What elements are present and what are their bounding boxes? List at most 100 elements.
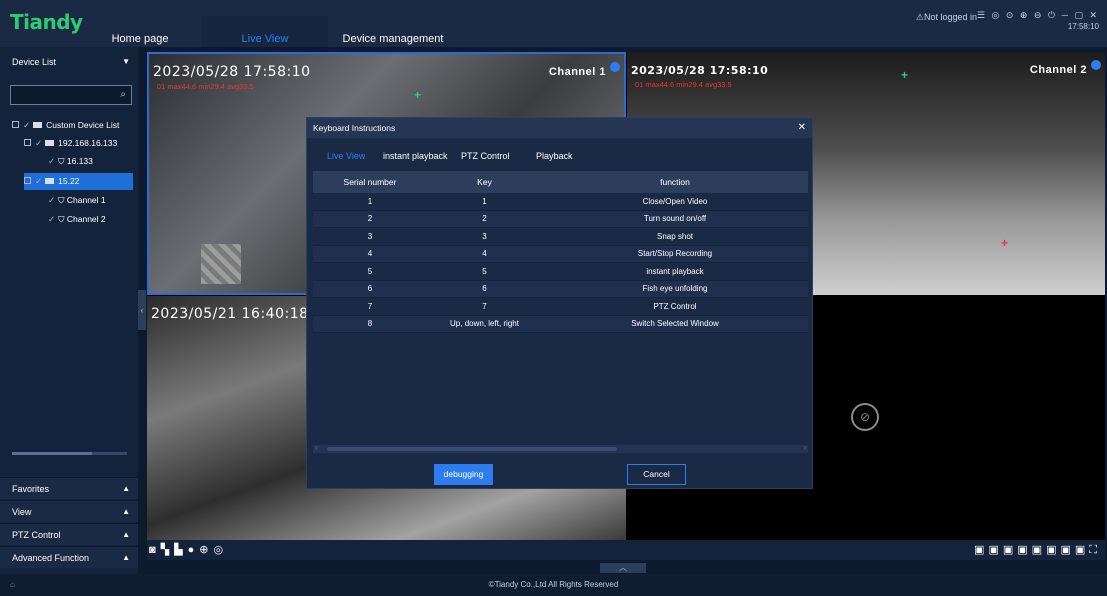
check-icon[interactable]: ✓ (23, 120, 30, 130)
scrollbar-thumb[interactable] (327, 447, 617, 451)
cancel-button[interactable]: Cancel (627, 464, 686, 485)
layout-1-icon[interactable]: ▣ (974, 544, 988, 556)
crosshair-icon: + (1001, 236, 1009, 250)
expand-icon[interactable] (12, 121, 19, 129)
record-icon[interactable]: ▚ (161, 544, 174, 556)
chevron-up-icon: ▲ (122, 530, 130, 539)
chevron-left-icon: ‹ (140, 305, 144, 315)
nav-live-view[interactable]: Live View (202, 16, 328, 47)
snapshot-icon[interactable]: ◙ (149, 544, 161, 556)
crosshair-icon: + (414, 88, 422, 102)
table-row[interactable]: 6 6 Fish eye unfolding (313, 280, 808, 298)
chevron-up-icon: ▲ (122, 553, 130, 562)
pane-channel-name: Channel 1 (548, 66, 606, 78)
chevron-up-icon: ▲ (122, 507, 130, 516)
expand-icon[interactable] (24, 139, 31, 147)
layout-more-icon[interactable]: ▣ (1075, 544, 1089, 556)
tree-item-15-22[interactable]: ✓ 15.22 (24, 173, 133, 190)
talk-icon[interactable]: ▙ (174, 544, 187, 556)
table-row[interactable]: 7 7 PTZ Control (313, 298, 808, 316)
nav-home[interactable]: Home page (104, 16, 176, 47)
chevron-down-icon: ▼ (122, 57, 130, 66)
keyboard-instructions-dialog: Keyboard Instructions ✕ Live View instan… (306, 117, 813, 489)
table-horizontal-scrollbar[interactable]: ‹ › (313, 443, 808, 453)
table-row[interactable]: 2 2 Turn sound on/off (313, 210, 808, 228)
check-icon[interactable]: ✓ (35, 138, 42, 148)
clock: 17:58:10 (1067, 22, 1099, 31)
debugging-button[interactable]: debugging (434, 464, 493, 485)
top-bar: Tiandy Home page Live View Device manage… (0, 0, 1107, 47)
search-icon[interactable]: ⌕ (120, 89, 126, 100)
table-row[interactable]: 8 Up, down, left, right Switch Selected Wi… (313, 315, 808, 333)
table-row[interactable]: 4 4 Start/Stop Recording (313, 245, 808, 263)
check-icon[interactable]: ✓ (48, 214, 55, 224)
search-box: ⌕ (10, 85, 132, 105)
column-header: Serial number (343, 177, 397, 187)
table-row[interactable]: 3 3 Snap shot (313, 228, 808, 246)
fullscreen-icon[interactable]: ⛶ (1089, 544, 1101, 556)
tab-live-view[interactable]: Live View (327, 151, 365, 161)
layout-grid-icon[interactable]: ▣ (1060, 544, 1074, 556)
section-favorites[interactable]: Favorites ▲ (0, 477, 138, 499)
sidebar-scrollbar[interactable] (12, 452, 127, 455)
layout-16-icon[interactable]: ▣ (1032, 544, 1046, 556)
layout-4-icon[interactable]: ▣ (988, 544, 1002, 556)
tab-ptz-control[interactable]: PTZ Control (461, 151, 510, 161)
folder-icon (45, 139, 55, 146)
check-icon[interactable]: ✓ (35, 176, 42, 186)
section-view[interactable]: View ▲ (0, 500, 138, 522)
table-row[interactable]: 1 1 Close/Open Video (313, 193, 808, 211)
tree-item-channel-1[interactable]: ✓ ⛉ Channel 1 (48, 192, 106, 209)
layout-custom-icon[interactable]: ▣ (1046, 544, 1060, 556)
window-controls[interactable]: ☰ ◎ ⊙ ⊕ ⊖ ⏻ ─ ▢ ✕ (977, 10, 1099, 21)
home-icon[interactable]: ⌂ (10, 574, 15, 596)
user-icon: ⚠ (915, 12, 924, 22)
close-icon[interactable]: ✕ (798, 118, 806, 138)
crosshair-icon: + (901, 68, 909, 82)
dialog-title-bar: Keyboard Instructions ✕ (307, 118, 812, 138)
search-input[interactable] (11, 86, 131, 104)
table-row[interactable]: 5 5 instant playback (313, 263, 808, 281)
table-header: Serial number Key function (313, 171, 808, 193)
chevron-up-icon: ▲ (122, 484, 130, 493)
login-status[interactable]: ⚠Not logged in (916, 12, 977, 23)
device-list-header[interactable]: Device List ▼ (0, 53, 138, 71)
shortcut-table: Serial number Key function 1 1 Close/Open … (313, 171, 808, 333)
table-body: 1 1 Close/Open Video 2 2 Turn sound on/off 3… (313, 193, 808, 333)
check-icon[interactable]: ✓ (48, 156, 55, 166)
scrollbar-thumb[interactable] (12, 452, 92, 455)
tree-item-16-133[interactable]: ✓ ⛉ 16.133 (48, 153, 93, 170)
tab-instant-playback[interactable]: instant playback (383, 151, 448, 161)
pane-temperature: 01 max44.6 min29.4 avg33.5 (635, 80, 732, 89)
check-icon[interactable]: ✓ (48, 195, 55, 205)
section-ptz-control[interactable]: PTZ Control ▲ (0, 523, 138, 545)
zoom-icon[interactable]: ⊕ (199, 544, 213, 556)
app-logo: Tiandy (10, 10, 83, 34)
scroll-left-icon[interactable]: ‹ (315, 443, 318, 452)
tree-item-custom-device-list[interactable]: ✓ Custom Device List (12, 117, 119, 134)
expand-icon[interactable] (24, 177, 31, 185)
toolbar-right-icons: ▣▣▣▣▣▣▣▣⛶ (974, 543, 1101, 557)
scroll-right-icon[interactable]: › (803, 443, 806, 452)
toolbar-collapse-tab[interactable]: ︿ (600, 563, 646, 573)
sidebar: Device List ▼ ⌕ ✓ Custom Device List ✓ 192… (0, 47, 138, 574)
folder-icon (45, 177, 55, 184)
section-advanced-function[interactable]: Advanced Function ▲ (0, 546, 138, 568)
footer: ⌂ ©Tiandy Co.,Ltd All Rights Reserved (0, 574, 1107, 596)
copyright-text: ©Tiandy Co.,Ltd All Rights Reserved (488, 580, 619, 589)
tree-item-device-ip[interactable]: ✓ 192.168.16.133 (24, 135, 117, 152)
layout-9-icon[interactable]: ▣ (1017, 544, 1031, 556)
ptz-icon[interactable]: ◎ (213, 544, 228, 556)
pane-timestamp: 2023/05/28 17:58:10 (153, 64, 311, 80)
camera-icon: ⛉ (58, 156, 67, 166)
chevron-up-icon: ︿ (619, 563, 627, 572)
sidebar-collapse-handle[interactable]: ‹ (138, 290, 146, 330)
layout-6-icon[interactable]: ▣ (1003, 544, 1017, 556)
nav-device-management[interactable]: Device management (338, 16, 448, 47)
tab-playback[interactable]: Playback (536, 151, 573, 161)
camera-badge-icon (1091, 60, 1101, 70)
location-icon[interactable]: ● (188, 544, 200, 556)
tree-item-channel-2[interactable]: ✓ ⛉ Channel 2 (48, 211, 106, 228)
pane-timestamp: 2023/05/28 17:58:10 (631, 64, 769, 77)
pane-channel-name: Channel 2 (1029, 64, 1087, 76)
